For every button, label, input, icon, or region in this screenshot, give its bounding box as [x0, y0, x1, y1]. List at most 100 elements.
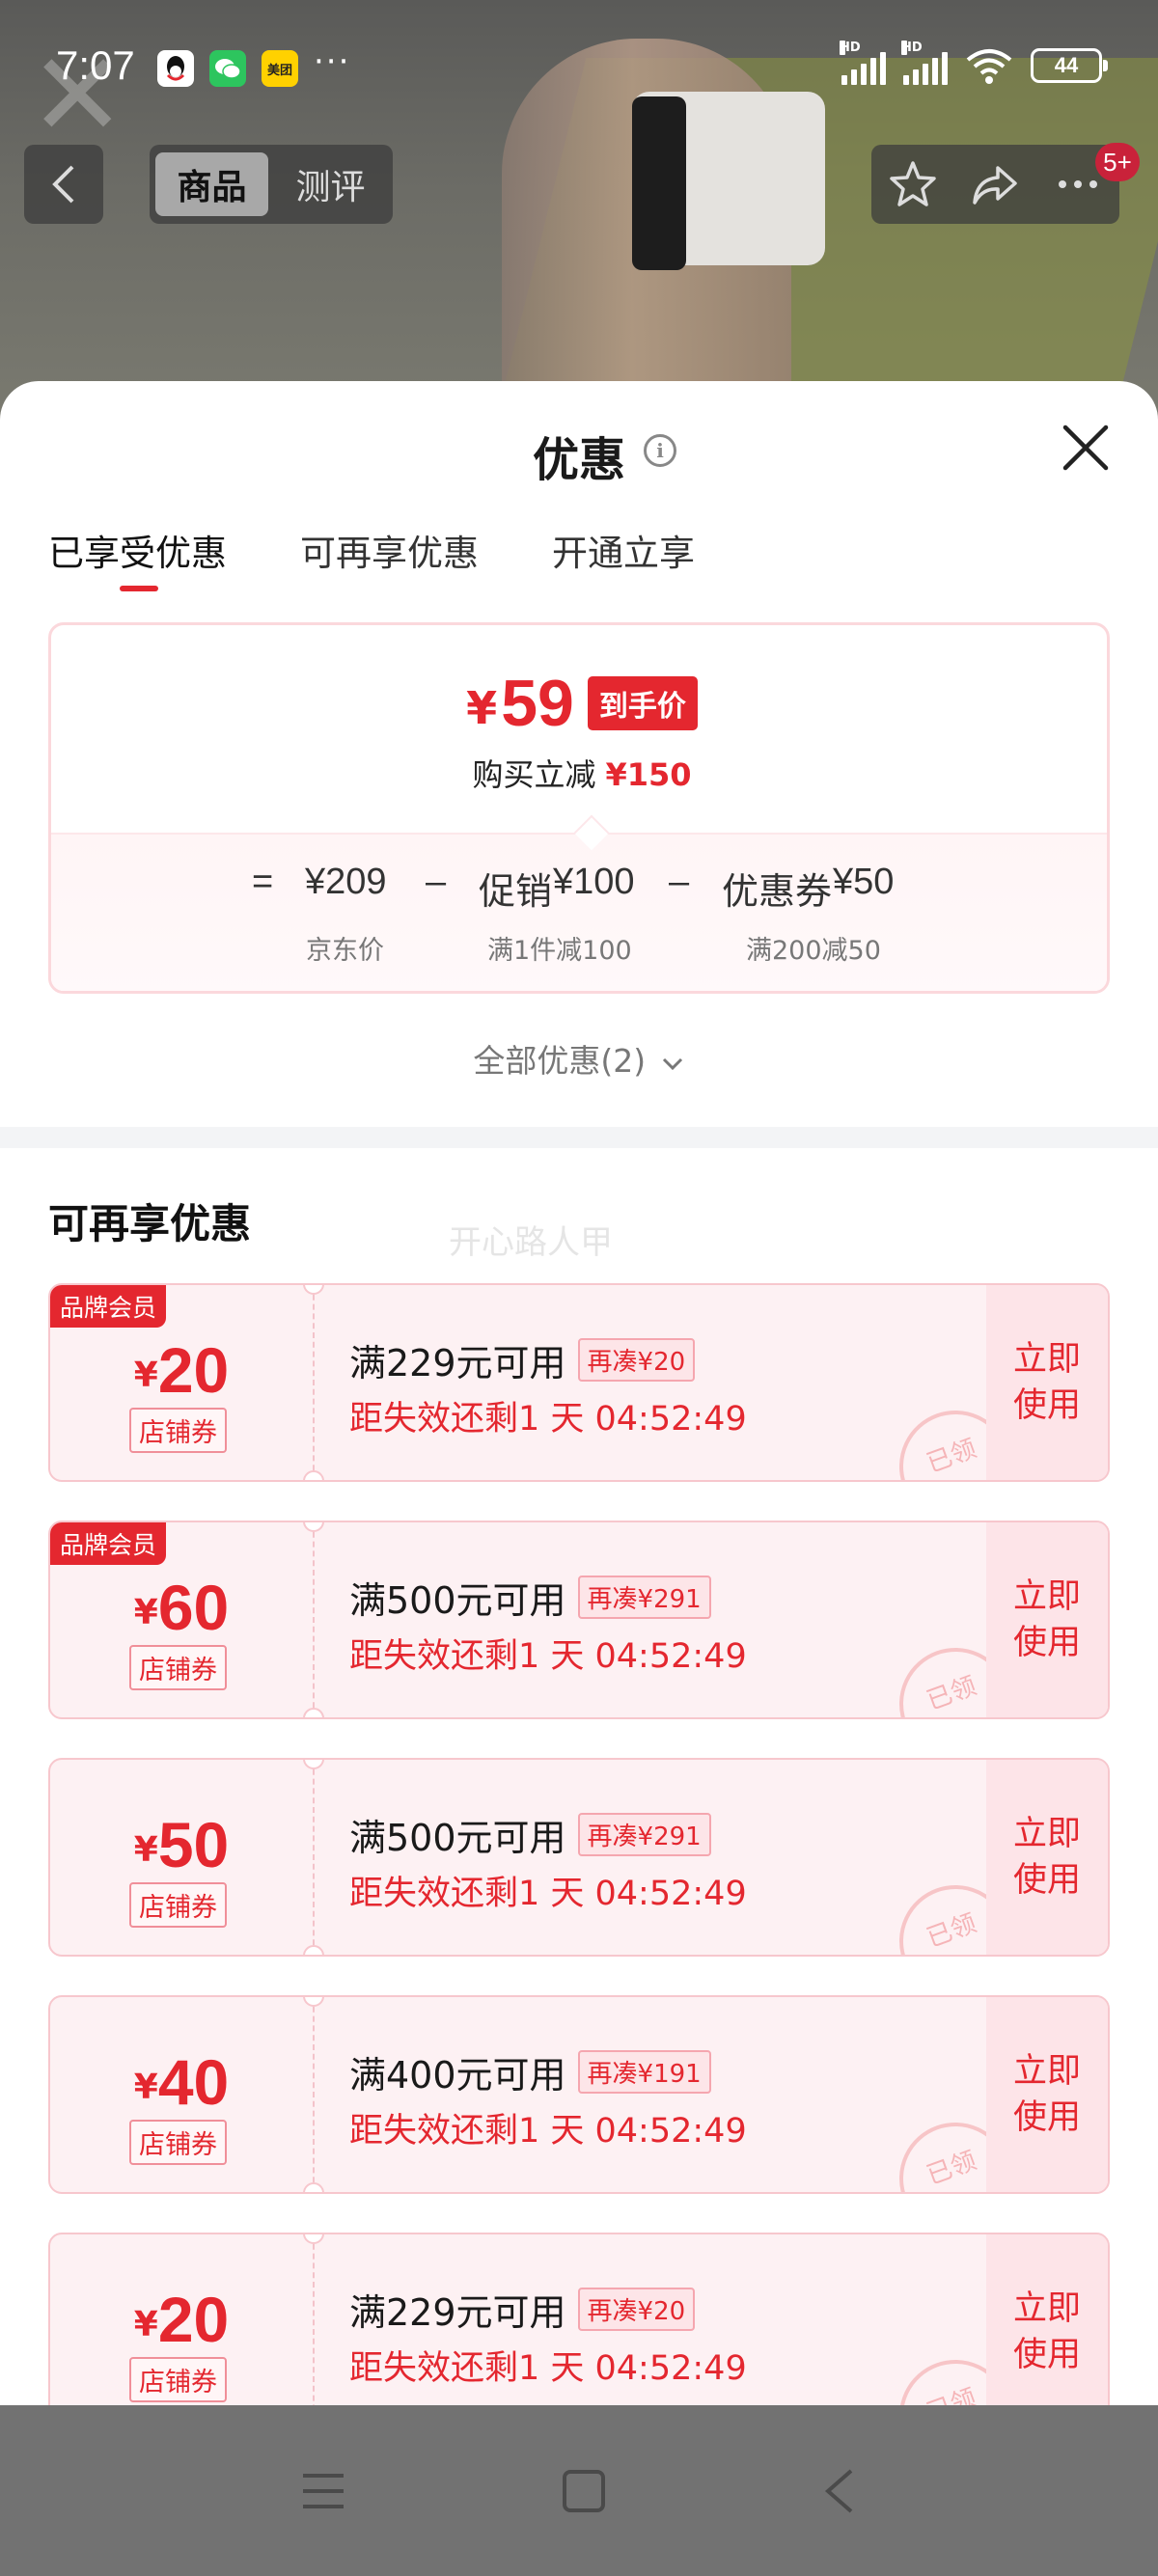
system-nav-bar: [0, 2405, 1158, 2576]
use-now-line-1: 立即: [1012, 1577, 1081, 1616]
signal-icon-2: HD: [901, 41, 948, 85]
coupon-separator: [313, 2234, 315, 2429]
coupon-type-tag: 店铺券: [129, 1408, 227, 1453]
use-now-line-2: 使用: [1012, 1624, 1081, 1662]
use-now-line-2: 使用: [1012, 2336, 1081, 2374]
coupon-condition: 满400元可用: [349, 2054, 566, 2096]
status-right-group: HD HD 44: [840, 41, 1108, 85]
coupon-amount-value: 20: [157, 2284, 230, 2355]
share-icon[interactable]: [969, 158, 1021, 210]
coupon-notch-bottom: [303, 1470, 324, 1480]
coupon-currency: ¥: [133, 1830, 158, 1870]
coupon-card: 品牌会员 ¥60 店铺券 满500元可用 再凑¥291 距失效还剩1 天 04:…: [48, 1521, 1110, 1719]
sheet-title: 优惠: [532, 433, 625, 487]
use-now-line-1: 立即: [1012, 1815, 1081, 1853]
coupon-notch-bottom: [303, 2182, 324, 2192]
coupon-gap-tag: 再凑¥291: [577, 1813, 711, 1856]
all-discounts-label: 全部优惠(2): [473, 1042, 647, 1080]
back-triangle-icon[interactable]: [820, 2467, 859, 2515]
wifi-icon: [966, 49, 1012, 84]
coupon-type-tag: 店铺券: [129, 1645, 227, 1690]
star-icon[interactable]: [887, 158, 939, 210]
coupon-condition: 满229元可用: [349, 2291, 566, 2334]
use-now-button[interactable]: 立即 使用: [986, 1522, 1108, 1717]
use-now-line-1: 立即: [1012, 2052, 1081, 2091]
promo-sub: 满1件减100: [487, 936, 632, 966]
coupon-amount: ¥40: [50, 2045, 313, 2119]
use-now-line-2: 使用: [1012, 1386, 1081, 1425]
coupon-separator: [313, 1760, 315, 1955]
tab-enjoyed-discounts[interactable]: 已享受优惠: [48, 524, 227, 591]
message-count-badge: 5+: [1095, 143, 1140, 181]
use-now-label: 立即 使用: [1012, 1574, 1082, 1666]
coupon-condition: 满500元可用: [349, 1817, 566, 1859]
coupon-type-tag: 店铺券: [129, 1882, 227, 1928]
coupon-label: 优惠券: [722, 872, 833, 913]
status-bar: 7:07 美团 ··· HD HD 44: [0, 0, 1158, 135]
product-tab-switch: 商品 测评: [150, 145, 393, 224]
coupon-amount: ¥50: [50, 1808, 313, 1881]
home-square-icon[interactable]: [561, 2468, 607, 2514]
brand-member-badge: 品牌会员: [50, 1522, 167, 1565]
use-now-button[interactable]: 立即 使用: [986, 2234, 1108, 2429]
tab-more-discounts[interactable]: 可再享优惠: [300, 524, 479, 576]
tab-product[interactable]: 商品: [155, 152, 268, 216]
coupon-separator: [313, 1285, 315, 1480]
coupon-condition-row: 满229元可用 再凑¥20: [349, 2283, 696, 2336]
coupon-amount-value: 40: [157, 2046, 230, 2118]
jd-price-sub: 京东价: [306, 936, 384, 966]
use-now-label: 立即 使用: [1012, 1811, 1082, 1904]
final-price-value: 59: [501, 667, 574, 740]
coupon-notch-bottom: [303, 1708, 324, 1717]
coupon-currency: ¥: [133, 2305, 158, 2344]
coupon-condition-row: 满400元可用 再凑¥191: [349, 2045, 711, 2098]
use-now-line-2: 使用: [1012, 1861, 1081, 1900]
close-icon[interactable]: [1060, 422, 1112, 474]
use-now-button[interactable]: 立即 使用: [986, 1285, 1108, 1480]
coupon-amount: ¥60: [50, 1571, 313, 1644]
use-now-button[interactable]: 立即 使用: [986, 1760, 1108, 1955]
discount-tabs: 已享受优惠 可再享优惠 开通立享: [48, 524, 695, 591]
coupon-expire-countdown: 距失效还剩1 天 04:52:49: [349, 1875, 747, 1913]
all-discounts-link[interactable]: 全部优惠(2): [0, 1035, 1158, 1082]
coupon-condition-row: 满229元可用 再凑¥20: [349, 1333, 696, 1386]
coupon-gap-tag: 再凑¥20: [577, 2288, 696, 2331]
coupon-value-area: ¥50 店铺券: [50, 1760, 313, 1955]
coupon-currency: ¥: [133, 1356, 158, 1395]
chevron-down-icon: [662, 1057, 682, 1070]
coupon-gap-tag: 再凑¥191: [577, 2050, 711, 2094]
use-now-label: 立即 使用: [1012, 1336, 1082, 1429]
coupon-card: 品牌会员 ¥20 店铺券 满229元可用 再凑¥20 距失效还剩1 天 04:5…: [48, 1283, 1110, 1482]
price-summary-card: ¥ 59 到手价 购买立减 ¥150 = ¥209 – 促销 ¥100 – 优惠券…: [48, 622, 1110, 994]
final-price-tag: 到手价: [587, 676, 698, 730]
coupon-expire-countdown: 距失效还剩1 天 04:52:49: [349, 2112, 747, 2151]
reduce-label: 购买立减: [472, 756, 596, 793]
tab-review[interactable]: 测评: [274, 152, 387, 216]
use-now-line-1: 立即: [1012, 1340, 1081, 1379]
final-price-row: ¥ 59 到手价: [51, 666, 1107, 741]
menu-icon[interactable]: [299, 2470, 347, 2512]
status-time: 7:07: [56, 42, 135, 88]
status-more-icon: ···: [314, 42, 351, 81]
coupon-expire-countdown: 距失效还剩1 天 04:52:49: [349, 2349, 747, 2388]
coupon-value-area: ¥20 店铺券: [50, 2234, 313, 2429]
currency-symbol: ¥: [466, 682, 498, 734]
use-now-label: 立即 使用: [1012, 2286, 1082, 2378]
meituan-notification-icon: 美团: [262, 50, 298, 87]
back-button[interactable]: [24, 145, 103, 224]
use-now-line-2: 使用: [1012, 2098, 1081, 2137]
wechat-notification-icon: [209, 50, 246, 87]
coupon-amount: ¥20: [50, 1333, 313, 1407]
coupon-condition-row: 满500元可用 再凑¥291: [349, 1808, 711, 1861]
tab-open-membership[interactable]: 开通立享: [552, 524, 695, 576]
coupon-expire-countdown: 距失效还剩1 天 04:52:49: [349, 1637, 747, 1676]
coupon-value-area: 品牌会员 ¥20 店铺券: [50, 1285, 313, 1480]
signal-icon-1: HD: [840, 41, 886, 85]
coupon-value-area: 品牌会员 ¥60 店铺券: [50, 1522, 313, 1717]
info-icon[interactable]: i: [644, 434, 676, 467]
back-icon: [52, 165, 74, 204]
use-now-button[interactable]: 立即 使用: [986, 1997, 1108, 2192]
formula-minus-2: –: [669, 862, 690, 902]
coupon-gap-tag: 再凑¥20: [577, 1338, 696, 1382]
qq-notification-icon: [157, 50, 194, 87]
